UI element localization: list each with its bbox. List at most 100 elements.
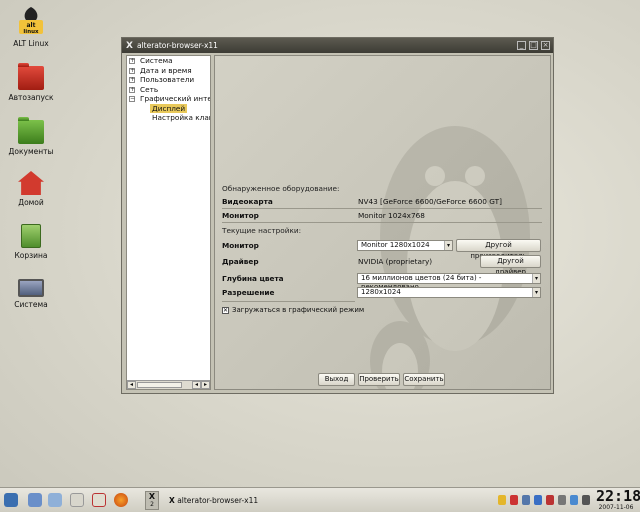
scroll-left-icon[interactable]: ◂ — [127, 381, 136, 389]
svg-text:linux: linux — [23, 29, 39, 35]
task-title: alterator-browser-x11 — [177, 496, 259, 505]
display-settings-panel: Обнаруженное оборудование: Видеокарта NV… — [214, 55, 551, 390]
maximize-icon[interactable]: □ — [529, 41, 538, 50]
resolution-select-value: 1280x1024 — [361, 288, 401, 296]
resolution-select[interactable]: 1280x1024 ▾ — [357, 287, 541, 298]
kde-menu-icon[interactable] — [4, 493, 18, 507]
tree-item-label: Система — [140, 56, 173, 65]
lock-icon[interactable] — [582, 495, 590, 505]
desktop-icon-label: Автозапуск — [8, 93, 54, 102]
expand-icon[interactable]: + — [129, 58, 135, 64]
current-monitor-label: Монитор — [222, 241, 259, 250]
module-tree: + Система + Дата и время + Пользователи + Се… — [126, 55, 211, 390]
x-logo-icon: X — [169, 496, 175, 505]
desktop-icon-documents[interactable]: Документы — [1, 117, 61, 156]
divider — [222, 208, 542, 209]
color-depth-select[interactable]: 16 миллионов цветов (24 бита) - рекоменд… — [357, 273, 541, 291]
clock[interactable]: 22:18 2007-11-06 — [596, 487, 640, 512]
current-settings-heading: Текущие настройки: — [222, 226, 302, 235]
divider — [222, 222, 542, 223]
bluetooth-icon[interactable] — [570, 495, 578, 505]
tree-item-keyboard[interactable]: Настройка клавиа — [127, 113, 210, 123]
desktop-icon-system[interactable]: Система — [1, 279, 61, 309]
videocard-label: Видеокарта — [222, 197, 273, 206]
graphic-boot-label: Загружаться в графический режим — [232, 306, 365, 314]
minimize-icon[interactable]: _ — [517, 41, 526, 50]
tree-item-date-time[interactable]: + Дата и время — [127, 66, 210, 76]
scroll-left-icon[interactable]: ◂ — [192, 381, 201, 389]
x-logo-icon: X — [126, 40, 133, 51]
update-icon[interactable] — [546, 495, 554, 505]
trash-icon — [21, 224, 41, 248]
desktop-icon[interactable] — [28, 493, 42, 507]
monitor-label: Монитор — [222, 211, 259, 220]
file-manager-icon[interactable] — [48, 493, 62, 507]
expand-icon[interactable]: + — [129, 86, 135, 93]
exit-button[interactable]: Выход — [318, 373, 355, 386]
desktop-icon-label: Документы — [8, 147, 54, 156]
chevron-down-icon: ▾ — [532, 274, 540, 283]
other-driver-button[interactable]: Другой драйвер — [480, 255, 541, 276]
tree-item-label: Настройка клавиа — [152, 113, 210, 122]
terminal-icon[interactable] — [70, 493, 84, 507]
collapse-icon[interactable]: − — [129, 96, 135, 102]
scroll-right-icon[interactable]: ▸ — [201, 381, 210, 389]
desktop-icon-trash[interactable]: Корзина — [1, 224, 61, 260]
desktop-number: 2 — [150, 501, 154, 508]
folder-green-icon — [18, 117, 44, 144]
tree-item-network[interactable]: + Сеть — [127, 85, 210, 95]
graphic-boot-checkbox[interactable]: ✕ Загружаться в графический режим — [222, 306, 364, 314]
tree-item-system[interactable]: + Система — [127, 56, 210, 66]
firefox-icon[interactable] — [114, 493, 128, 507]
tree-item-label: Дата и время — [140, 65, 192, 75]
x-logo-icon: X — [148, 492, 156, 501]
window-titlebar[interactable]: X alterator-browser-x11 _ □ × — [122, 38, 553, 53]
desktop-icon-home[interactable]: Домой — [1, 171, 61, 207]
resolution-label: Разрешение — [222, 288, 275, 297]
color-depth-label: Глубина цвета — [222, 274, 284, 283]
desktop-icon-label: Корзина — [14, 251, 48, 260]
clock-time: 22:18 — [596, 487, 640, 505]
tree-item-users[interactable]: + Пользователи — [127, 75, 210, 85]
save-button[interactable]: Сохранить — [403, 373, 445, 386]
driver-label: Драйвер — [222, 257, 259, 266]
tree-item-display[interactable]: Дисплей — [127, 103, 210, 114]
network-icon[interactable] — [534, 495, 542, 505]
tree-item-label: Сеть — [140, 84, 159, 94]
monitor-select[interactable]: Monitor 1280x1024 ▾ — [357, 240, 453, 251]
alt-linux-logo-icon: alt linux — [17, 6, 45, 36]
monitor-value: Monitor 1024x768 — [358, 211, 425, 220]
volume-icon[interactable] — [558, 495, 566, 505]
checkbox-checked-icon[interactable]: ✕ — [222, 306, 229, 314]
tree-horizontal-scrollbar[interactable]: ◂ ◂ ▸ — [127, 380, 210, 389]
window-title: alterator-browser-x11 — [136, 41, 218, 50]
taskbar-task-alterator[interactable]: X alterator-browser-x11 — [166, 491, 356, 510]
printer-icon[interactable] — [522, 495, 530, 505]
tree-item-label: Графический интерф — [140, 94, 210, 103]
chevron-down-icon: ▾ — [444, 241, 452, 250]
other-vendor-button[interactable]: Другой производитель — [456, 239, 541, 260]
alterator-window: X alterator-browser-x11 _ □ × + Система +… — [121, 37, 554, 394]
expand-icon[interactable]: + — [129, 77, 135, 83]
home-icon — [18, 171, 44, 195]
tree-item-label: Дисплей — [150, 103, 188, 113]
desktop-pager[interactable]: X 2 — [145, 491, 159, 510]
check-button[interactable]: Проверить — [358, 373, 400, 386]
divider — [222, 301, 355, 302]
close-icon[interactable]: × — [541, 41, 550, 50]
clipboard-icon[interactable] — [510, 495, 518, 505]
desktop-icon-autostart[interactable]: Автозапуск — [1, 63, 61, 102]
expand-icon[interactable]: + — [129, 67, 135, 74]
scrollbar-thumb[interactable] — [137, 382, 182, 388]
tree-item-graphics[interactable]: −Графический интерф — [127, 94, 210, 104]
keyboard-layout-icon[interactable] — [498, 495, 506, 505]
driver-value: NVIDIA (proprietary) — [358, 257, 433, 266]
desktop-icon-label: Домой — [18, 198, 44, 207]
desktop-icon-label: Система — [14, 300, 48, 309]
svg-text:alt: alt — [27, 22, 36, 29]
help-icon[interactable] — [92, 493, 106, 507]
desktop-icon-alt-linux[interactable]: alt linux ALT Linux — [1, 6, 61, 48]
detected-hardware-heading: Обнаруженное оборудование: — [222, 184, 340, 193]
clock-date: 2007-11-06 — [598, 504, 634, 511]
chevron-down-icon: ▾ — [532, 288, 540, 297]
